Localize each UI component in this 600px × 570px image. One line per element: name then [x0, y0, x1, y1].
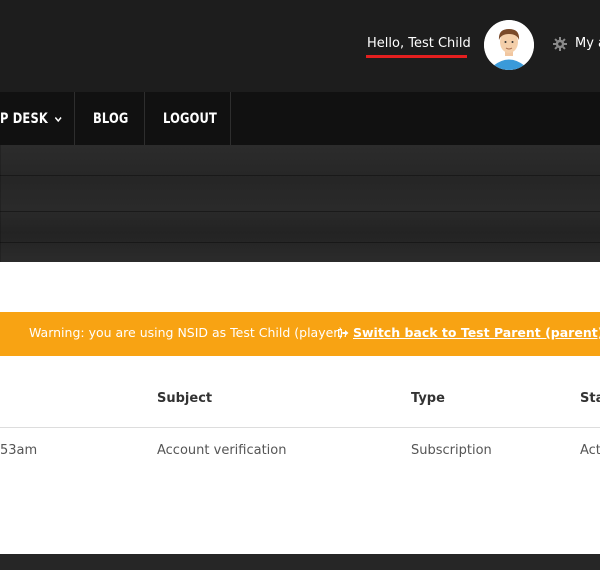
main-nav: P DESK BLOG LOGOUT: [0, 92, 600, 145]
nav-item-blog[interactable]: BLOG: [93, 92, 129, 145]
footer-bar: [0, 554, 600, 570]
column-header-type[interactable]: Type: [411, 391, 445, 406]
page: Hello, Test Child My P DESK BLOG LOGOUT …: [0, 0, 600, 570]
greeting-underline: [366, 55, 467, 58]
top-bar: Hello, Test Child My: [0, 0, 600, 92]
user-greeting[interactable]: Hello, Test Child: [367, 36, 471, 51]
cell-type: Subscription: [411, 443, 492, 458]
column-header-status[interactable]: Sta: [580, 391, 600, 406]
cell-date: 53am: [0, 443, 38, 458]
wood-plank-line: [0, 211, 600, 212]
column-header-subject[interactable]: Subject: [157, 391, 212, 406]
chevron-down-icon: [55, 116, 62, 122]
impersonation-warning: Warning: you are using NSID as Test Chil…: [0, 312, 600, 356]
gear-icon[interactable]: [553, 37, 567, 51]
wood-plank-line: [0, 175, 600, 176]
sign-out-icon: [338, 329, 349, 337]
my-account-link[interactable]: My a: [575, 36, 600, 51]
nav-separator: [144, 92, 145, 145]
wood-plank-line: [0, 242, 600, 243]
cell-status: Act: [580, 443, 600, 458]
nav-item-label: LOGOUT: [163, 110, 217, 127]
warning-message: Warning: you are using NSID as Test Chil…: [29, 325, 348, 340]
nav-item-help-desk[interactable]: P DESK: [0, 92, 63, 145]
user-avatar-icon: [484, 20, 534, 70]
table-divider: [0, 427, 600, 428]
hero-banner: [0, 145, 600, 262]
nav-separator: [230, 92, 231, 145]
cell-subject: Account verification: [157, 443, 287, 458]
nav-separator: [74, 92, 75, 145]
avatar[interactable]: [484, 20, 534, 70]
nav-item-label: BLOG: [93, 110, 129, 127]
nav-item-logout[interactable]: LOGOUT: [163, 92, 217, 145]
nav-item-label: P DESK: [0, 110, 48, 127]
switch-back-link[interactable]: Switch back to Test Parent (parent): [353, 325, 600, 340]
